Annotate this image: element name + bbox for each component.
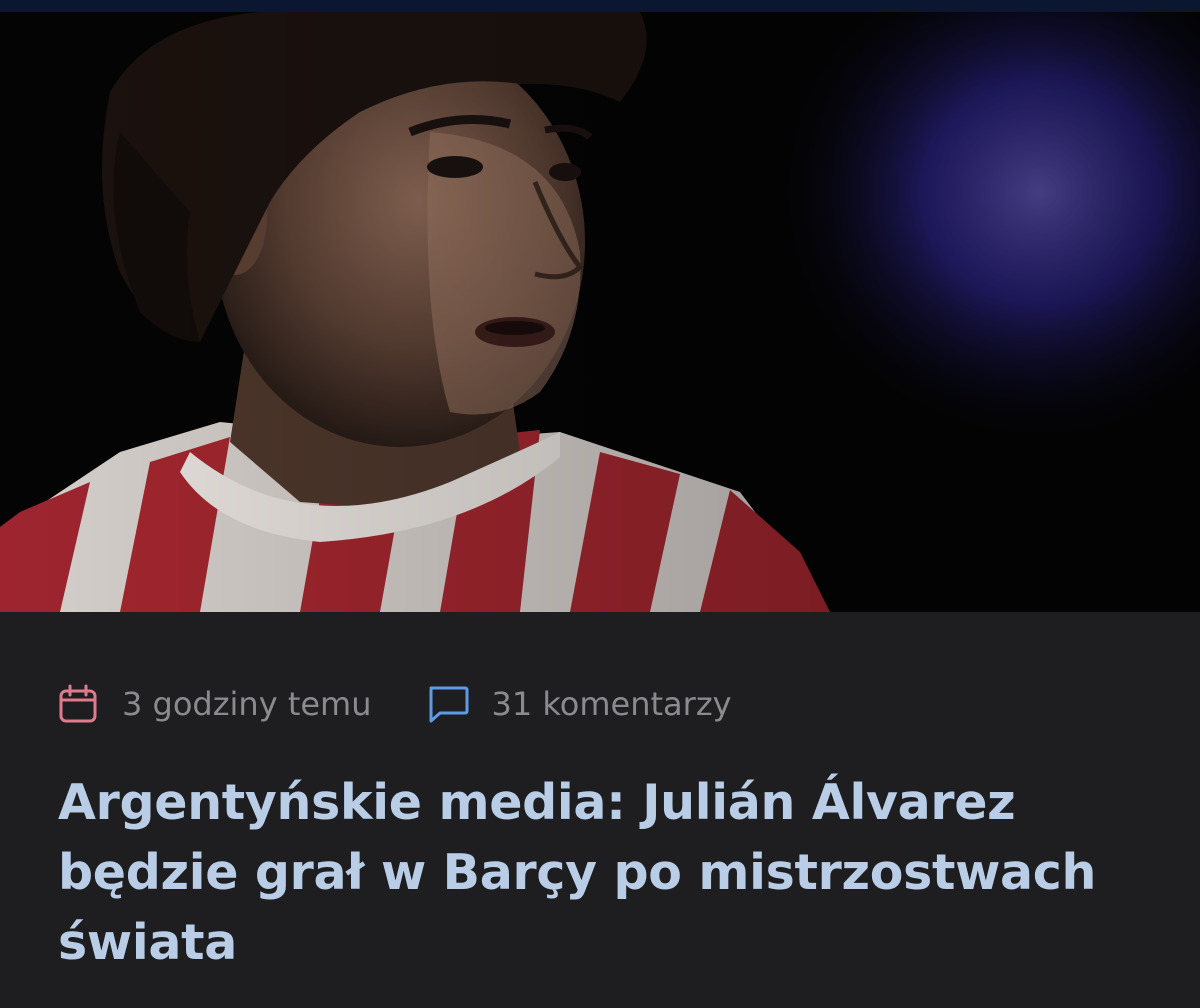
comment-icon — [426, 684, 470, 724]
article-meta: 3 godziny temu 31 komentarzy — [58, 680, 732, 728]
comments-count-text: 31 komentarzy — [491, 685, 732, 723]
calendar-icon — [58, 684, 98, 724]
meta-comments[interactable]: 31 komentarzy — [426, 684, 732, 724]
article-title[interactable]: Argentyńskie media: Julián Álvarez będzi… — [58, 768, 1168, 978]
article-hero-image[interactable] — [0, 12, 1200, 612]
top-bar — [0, 0, 1200, 12]
meta-date: 3 godziny temu — [58, 684, 372, 724]
date-text: 3 godziny temu — [122, 685, 372, 723]
